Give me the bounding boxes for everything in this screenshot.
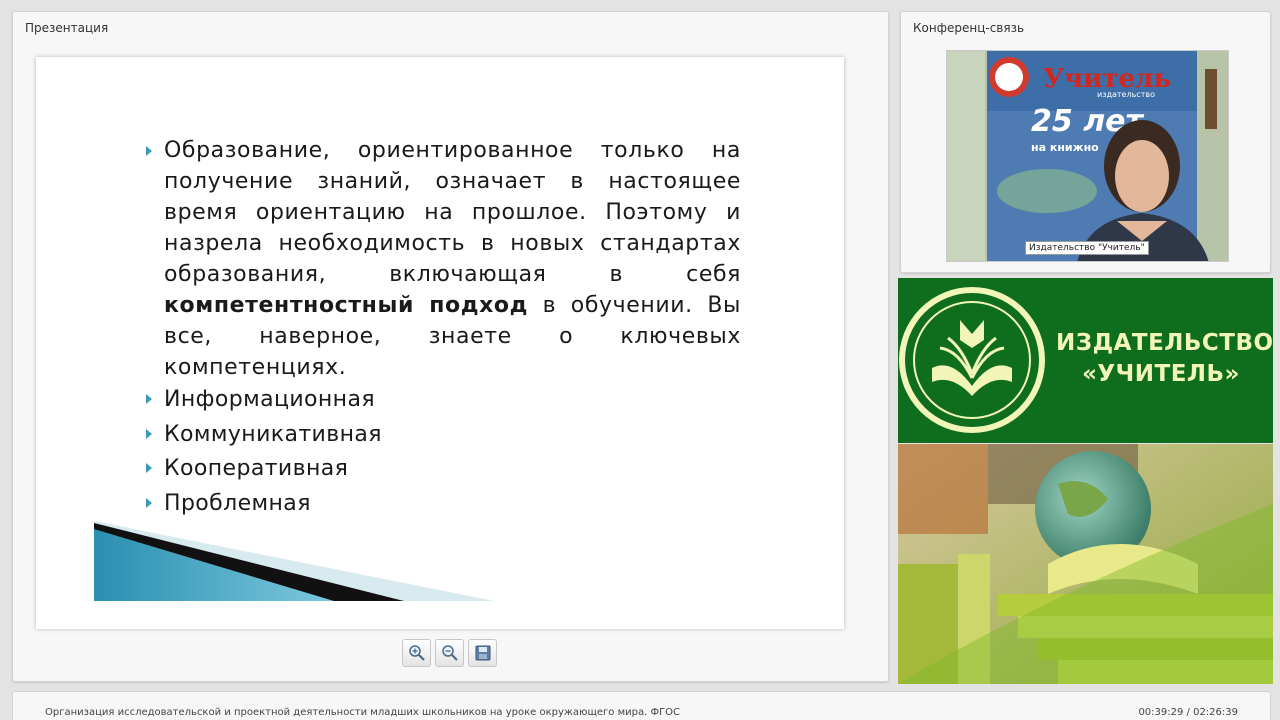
slide-decoration [94,521,494,601]
list-item: Проблемная [146,487,741,522]
logo-line-1: ИЗДАТЕЛЬСТВО [1056,330,1273,356]
conference-title: Конференц-связь [913,21,1025,35]
book-emblem-icon [899,287,1045,433]
video-frame: Учитель издательство 25 лет на книжно [947,51,1228,261]
save-button[interactable] [468,639,497,667]
bullet-marker-icon [146,394,152,404]
webinar-title: Организация исследовательской и проектно… [45,707,681,718]
webcam-video[interactable]: Учитель издательство 25 лет на книжно Из… [946,50,1229,262]
list-item: Информационная [146,383,741,418]
list-item-label: Проблемная [164,490,311,516]
bullet-marker-icon [146,497,152,508]
zoom-in-icon [408,645,425,661]
presentation-title: Презентация [25,21,109,35]
slide-paragraph: Образование, ориентированное только на п… [146,135,741,383]
conference-panel: Конференц-связь Учитель издательство 25 … [900,11,1271,273]
playback-time: 00:39:29 / 02:26:39 [1138,707,1238,718]
save-icon [475,645,490,661]
bullet-marker-icon [146,463,152,473]
books-illustration [898,444,1273,684]
list-item: Коммуникативная [146,418,741,453]
list-item-label: Коммуникативная [164,421,382,447]
poster-line: на книжно [1031,141,1099,154]
books-globe-image [898,444,1273,684]
zoom-out-icon [441,645,458,661]
zoom-out-button[interactable] [435,639,464,667]
poster-sub: издательство [1097,90,1155,99]
footer-bar: Организация исследовательской и проектно… [12,691,1271,720]
slide-toolbar [402,639,497,667]
slide-bullets: Образование, ориентированное только на п… [146,135,741,521]
logo-text: ИЗДАТЕЛЬСТВО «УЧИТЕЛЬ» [1056,328,1273,390]
zoom-in-button[interactable] [402,639,431,667]
logo-line-2: «УЧИТЕЛЬ» [1082,361,1240,387]
paragraph-start: Образование, ориентированное только на п… [164,138,741,287]
bullet-marker-icon [146,428,152,439]
video-label: Издательство "Учитель" [1025,241,1149,255]
list-item-label: Информационная [164,387,375,412]
slide: Образование, ориентированное только на п… [36,57,844,629]
list-item: Кооперативная [146,452,741,487]
bullet-marker-icon [146,146,152,156]
list-item-label: Кооперативная [164,456,349,481]
paragraph-bold: компетентностный подход [164,293,529,318]
publisher-logo: ИЗДАТЕЛЬСТВО «УЧИТЕЛЬ» [898,278,1273,443]
presentation-panel: Презентация Образование, ориентированное… [12,11,889,682]
